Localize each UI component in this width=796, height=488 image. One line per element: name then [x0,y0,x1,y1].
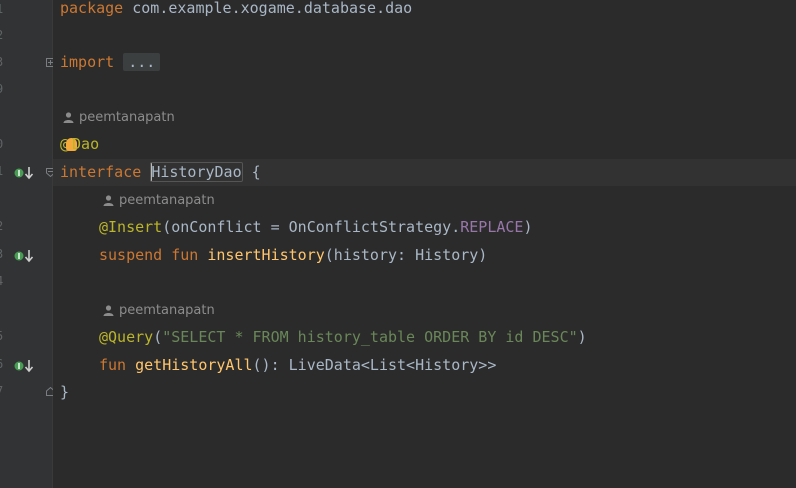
person-icon [103,195,114,206]
get-history-signature: (): LiveData<List<History>> [252,356,497,374]
fun-keyword: fun [171,246,199,264]
code-line: import ... [53,49,796,76]
code-line: fun getHistoryAll(): LiveData<List<Histo… [53,352,796,379]
editor-gutter: 1 2 3 9 0 1 2 3 4 5 6 7 [0,0,55,488]
open-brace: { [242,163,261,181]
author-hint[interactable]: peemtanapatn [103,297,215,324]
replace-constant: REPLACE [460,218,524,236]
author-hint[interactable]: peemtanapatn [63,104,175,131]
dao-annotation: Dao [72,135,100,153]
insert-params: (history: History) [324,246,488,264]
package-name: com.example.xogame.database.dao [123,0,413,17]
author-name: peemtanapatn [119,193,215,208]
line-number: 1 [0,0,6,23]
line-number: 3 [0,49,6,76]
line-number: 5 [0,323,6,350]
line-number: 2 [0,213,6,240]
close-brace: } [60,383,70,401]
person-icon [103,305,114,316]
author-hint[interactable]: peemtanapatn [103,187,215,214]
interface-name: HistoryDao [150,162,243,182]
get-history-all-function: getHistoryAll [135,356,253,374]
line-number: 3 [0,241,6,268]
line-number: 7 [0,378,6,405]
import-fold-placeholder[interactable]: ... [123,53,161,71]
line-number: 9 [0,76,6,103]
author-name: peemtanapatn [79,110,175,125]
package-keyword: package [60,0,124,17]
implemented-icon[interactable] [14,159,38,186]
author-name: peemtanapatn [119,303,215,318]
interface-keyword: interface [60,163,142,181]
query-string: "SELECT * FROM history_table ORDER BY id… [162,328,578,346]
line-number: 2 [0,22,6,49]
code-line: } [53,379,796,406]
code-line: @ Dao [53,131,796,158]
query-annotation: @Query [99,328,154,346]
import-keyword: import [60,53,115,71]
insert-args: (onConflict = OnConflictStrategy. [162,218,461,236]
code-editor[interactable]: package com.example.xogame.database.dao … [53,0,796,488]
line-number: 0 [0,131,6,158]
line-number: 4 [0,268,6,295]
code-line: package com.example.xogame.database.dao [53,0,796,22]
line-number: 1 [0,158,6,185]
insert-annotation: @Insert [99,218,163,236]
code-line-current: interface HistoryDao { [53,159,796,186]
code-line: suspend fun insertHistory(history: Histo… [53,242,796,269]
code-line: @Query("SELECT * FROM history_table ORDE… [99,328,587,346]
insert-history-function: insertHistory [207,246,325,264]
code-line: @Insert(onConflict = OnConflictStrategy.… [99,218,533,236]
person-icon [63,112,74,123]
fun-keyword: fun [99,356,127,374]
implemented-icon[interactable] [14,242,38,269]
line-number: 6 [0,351,6,378]
implemented-icon[interactable] [14,352,38,379]
suspend-keyword: suspend [99,246,163,264]
